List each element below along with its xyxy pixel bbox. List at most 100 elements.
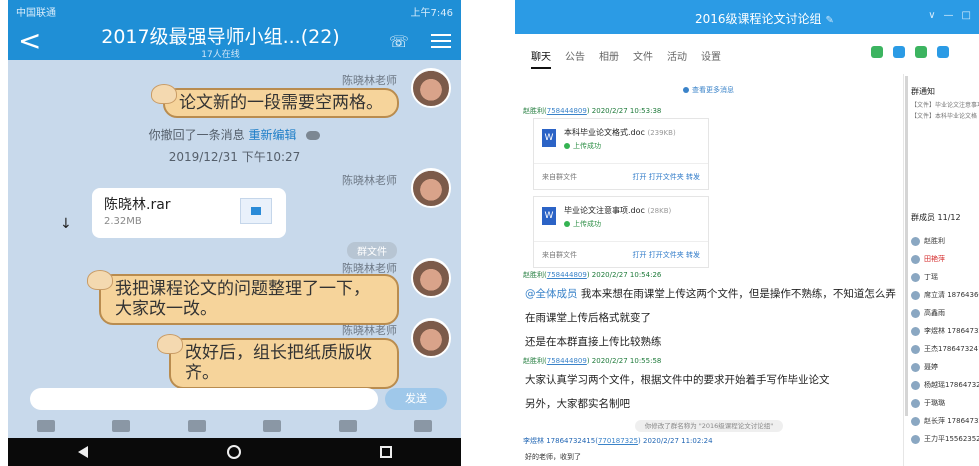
- file-card[interactable]: 陈晓林.rar 2.32MB: [92, 188, 286, 238]
- avatar: [911, 236, 920, 246]
- member-item[interactable]: 李煜林 178647324: [911, 326, 979, 336]
- chat-title-block: 2017级最强导师小组...(22) 17人在线: [52, 22, 389, 60]
- member-item[interactable]: 杨越瑶178647324: [911, 380, 979, 390]
- chat-title: 2017级最强导师小组...(22): [101, 22, 339, 49]
- tab-activity[interactable]: 活动: [667, 48, 687, 69]
- file-card[interactable]: W 毕业论文注意事项.doc (28KB) 上传成功 来自群文件 打开 打开文件…: [533, 196, 709, 268]
- nav-recent-icon[interactable]: [379, 446, 392, 458]
- view-more-link[interactable]: 查看更多消息: [683, 85, 734, 95]
- member-item[interactable]: 王杰17864732416: [911, 344, 979, 354]
- author-name: 李煜林 17864732415: [523, 437, 596, 445]
- chat-message: 另外，大家都实名制吧: [525, 398, 630, 410]
- red-packet-icon[interactable]: [263, 420, 282, 432]
- avatar[interactable]: [411, 168, 451, 208]
- android-nav-bar: [8, 438, 461, 466]
- file-actions[interactable]: 打开 打开文件夹 转发: [633, 172, 700, 181]
- back-icon[interactable]: <: [18, 27, 48, 55]
- minimize-icon[interactable]: —: [944, 10, 954, 21]
- avatar[interactable]: [411, 318, 451, 358]
- bubble-cat-icon: [157, 334, 183, 354]
- menu-icon[interactable]: [431, 34, 451, 48]
- online-count: 17人在线: [201, 50, 240, 60]
- member-name: 高鑫雨: [924, 309, 945, 317]
- avatar[interactable]: [411, 258, 451, 298]
- message-time: 2020/2/27 10:55:58: [591, 357, 662, 365]
- author-name: 赵胜利: [523, 107, 544, 115]
- notice-item[interactable]: 【文件】本科毕业论文格: [911, 111, 977, 120]
- file-name: 本科毕业论文格式.doc (239KB): [564, 127, 676, 138]
- nav-back-icon[interactable]: [77, 446, 88, 458]
- tab-album[interactable]: 相册: [599, 48, 619, 69]
- message-text: 我把课程论文的问题整理了一下，大家改一改。: [115, 279, 370, 320]
- message-bubble[interactable]: 改好后，组长把纸质版收齐。: [157, 334, 399, 389]
- voice-icon[interactable]: [36, 420, 55, 432]
- screen-share-icon[interactable]: [893, 46, 905, 58]
- chat-message: @全体成员 我本来想在雨课堂上传这两个文件，但是操作不熟练，不知道怎么弄: [525, 286, 896, 301]
- recall-text: 你撤回了一条消息: [148, 128, 245, 142]
- carrier-label: 中国联通: [16, 7, 56, 19]
- avatar: [911, 326, 920, 336]
- author-qq[interactable]: 758444809: [547, 271, 587, 279]
- message-bubble[interactable]: 我把课程论文的问题整理了一下，大家改一改。: [87, 270, 399, 325]
- mention-all[interactable]: @全体成员: [525, 288, 578, 300]
- file-card[interactable]: W 本科毕业论文格式.doc (239KB) 上传成功 来自群文件 打开 打开文…: [533, 118, 709, 190]
- member-item[interactable]: 席立清 1876436021: [911, 290, 979, 300]
- file-size: (239KB): [647, 129, 676, 137]
- image-icon[interactable]: [112, 420, 131, 432]
- send-button[interactable]: 发送: [385, 388, 447, 410]
- message-text: 我本来想在雨课堂上传这两个文件，但是操作不熟练，不知道怎么弄: [577, 288, 896, 300]
- word-doc-icon: W: [542, 207, 556, 225]
- message-meta: 李煜林 17864732415(770187325) 2020/2/27 11:…: [523, 437, 713, 445]
- tab-settings[interactable]: 设置: [701, 48, 721, 69]
- file-size: (28KB): [647, 207, 672, 215]
- member-item[interactable]: 于璐璐: [911, 398, 945, 408]
- app-icon[interactable]: [937, 46, 949, 58]
- recall-note: 你撤回了一条消息 重新编辑: [8, 126, 461, 143]
- file-card-footer: 来自群文件 打开 打开文件夹 转发: [534, 241, 708, 267]
- avatar: [911, 434, 920, 444]
- group-call-icon[interactable]: ☏: [389, 32, 409, 51]
- member-item[interactable]: 聂婷: [911, 362, 938, 372]
- member-item[interactable]: 丁瑶: [911, 272, 938, 282]
- author-qq[interactable]: 758444809: [547, 107, 587, 115]
- avatar[interactable]: [411, 68, 451, 108]
- scrollbar[interactable]: [905, 76, 908, 416]
- system-note-text: 你修改了群名称为 "2016级课程论文讨论组": [634, 420, 784, 432]
- member-item[interactable]: 赵长萍 17864732: [911, 416, 979, 426]
- member-item[interactable]: 高鑫雨: [911, 308, 945, 318]
- dismiss-icon[interactable]: [306, 131, 321, 140]
- file-source: 来自群文件: [542, 173, 577, 181]
- tab-files[interactable]: 文件: [633, 48, 653, 69]
- message-input[interactable]: [30, 388, 378, 410]
- nav-home-icon[interactable]: [226, 445, 241, 459]
- maximize-icon[interactable]: □: [962, 10, 971, 21]
- download-arrow-icon[interactable]: ↓: [60, 216, 72, 232]
- plus-icon[interactable]: [414, 420, 433, 432]
- tab-announcement[interactable]: 公告: [565, 48, 585, 69]
- edit-icon[interactable]: ✎: [826, 15, 834, 26]
- member-item[interactable]: 赵胜利: [911, 236, 945, 246]
- member-name: 李煜林 178647324: [924, 327, 979, 335]
- member-name: 丁瑶: [924, 273, 938, 281]
- message-bubble[interactable]: 论文新的一段需要空两格。: [151, 84, 399, 119]
- message-time: 2020/2/27 10:54:26: [591, 271, 662, 279]
- camera-icon[interactable]: [187, 420, 206, 432]
- tab-chat[interactable]: 聊天: [531, 48, 551, 69]
- file-share-icon[interactable]: [915, 46, 927, 58]
- file-actions[interactable]: 打开 打开文件夹 转发: [633, 250, 700, 259]
- member-item[interactable]: 田艳萍: [911, 254, 945, 264]
- member-name: 赵胜利: [924, 237, 945, 245]
- author-qq[interactable]: 770187325: [598, 437, 638, 445]
- message-time: 2020/2/27 11:02:24: [643, 437, 713, 445]
- message-text: 论文新的一段需要空两格。: [179, 93, 383, 113]
- member-item[interactable]: 王力平15562352: [911, 434, 979, 444]
- emoji-icon[interactable]: [338, 420, 357, 432]
- author-qq[interactable]: 758444809: [547, 357, 587, 365]
- desktop-qq-screenshot: 2016级课程论文讨论组 ✎ ∨ — □ 聊天 公告 相册 文件 活动 设置 查看…: [515, 0, 979, 466]
- reedit-link[interactable]: 重新编辑: [249, 128, 297, 142]
- dropdown-icon[interactable]: ∨: [928, 10, 935, 21]
- member-name: 于璐璐: [924, 399, 945, 407]
- phone-icon[interactable]: [871, 46, 883, 58]
- notice-item[interactable]: 【文件】毕业论文注意事项: [911, 100, 979, 109]
- input-toolbar: [8, 418, 461, 434]
